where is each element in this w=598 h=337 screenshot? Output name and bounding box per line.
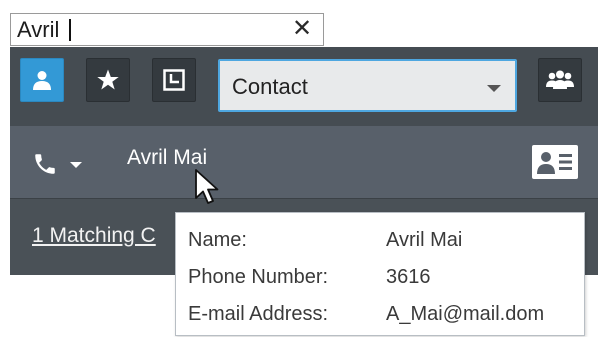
tooltip-email-label: E-mail Address:: [188, 303, 329, 325]
toolbar: Contact: [10, 47, 598, 126]
contact-tooltip: Name: Avril Mai Phone Number: 3616 E-mai…: [175, 212, 585, 336]
tooltip-phone-label: Phone Number:: [188, 266, 329, 288]
matching-results-link[interactable]: 1 Matching C: [32, 224, 156, 248]
recent-filter-button[interactable]: [152, 58, 196, 102]
search-input[interactable]: [11, 14, 323, 45]
filter-select-value: Contact: [232, 74, 308, 99]
caret-down-icon: [70, 162, 82, 168]
contact-card-button[interactable]: [532, 145, 578, 179]
group-icon: [546, 70, 574, 89]
favorites-filter-button[interactable]: [86, 58, 130, 102]
tooltip-email-value: A_Mai@mail.dom: [386, 303, 545, 325]
chevron-down-icon: [487, 85, 501, 92]
x-icon: ✕: [291, 15, 313, 42]
clear-search-button[interactable]: ✕: [291, 17, 313, 41]
text-caret: [69, 19, 71, 41]
contact-name-link[interactable]: Avril Mai: [127, 146, 207, 170]
row-divider: [10, 198, 598, 199]
filter-select[interactable]: Contact: [218, 59, 517, 112]
contact-result-row[interactable]: Avril Mai: [10, 126, 598, 198]
person-icon: [33, 71, 51, 90]
contact-card-icon: [532, 145, 578, 179]
contacts-filter-button[interactable]: [20, 58, 64, 102]
group-contacts-button[interactable]: [538, 58, 582, 102]
recent-history-icon: [163, 69, 185, 91]
search-field[interactable]: ✕: [10, 13, 324, 46]
phone-icon: [35, 154, 55, 174]
star-icon: [97, 69, 119, 90]
tooltip-phone-value: 3616: [386, 266, 431, 288]
tooltip-name-label: Name:: [188, 229, 247, 251]
tooltip-name-value: Avril Mai: [386, 229, 463, 251]
